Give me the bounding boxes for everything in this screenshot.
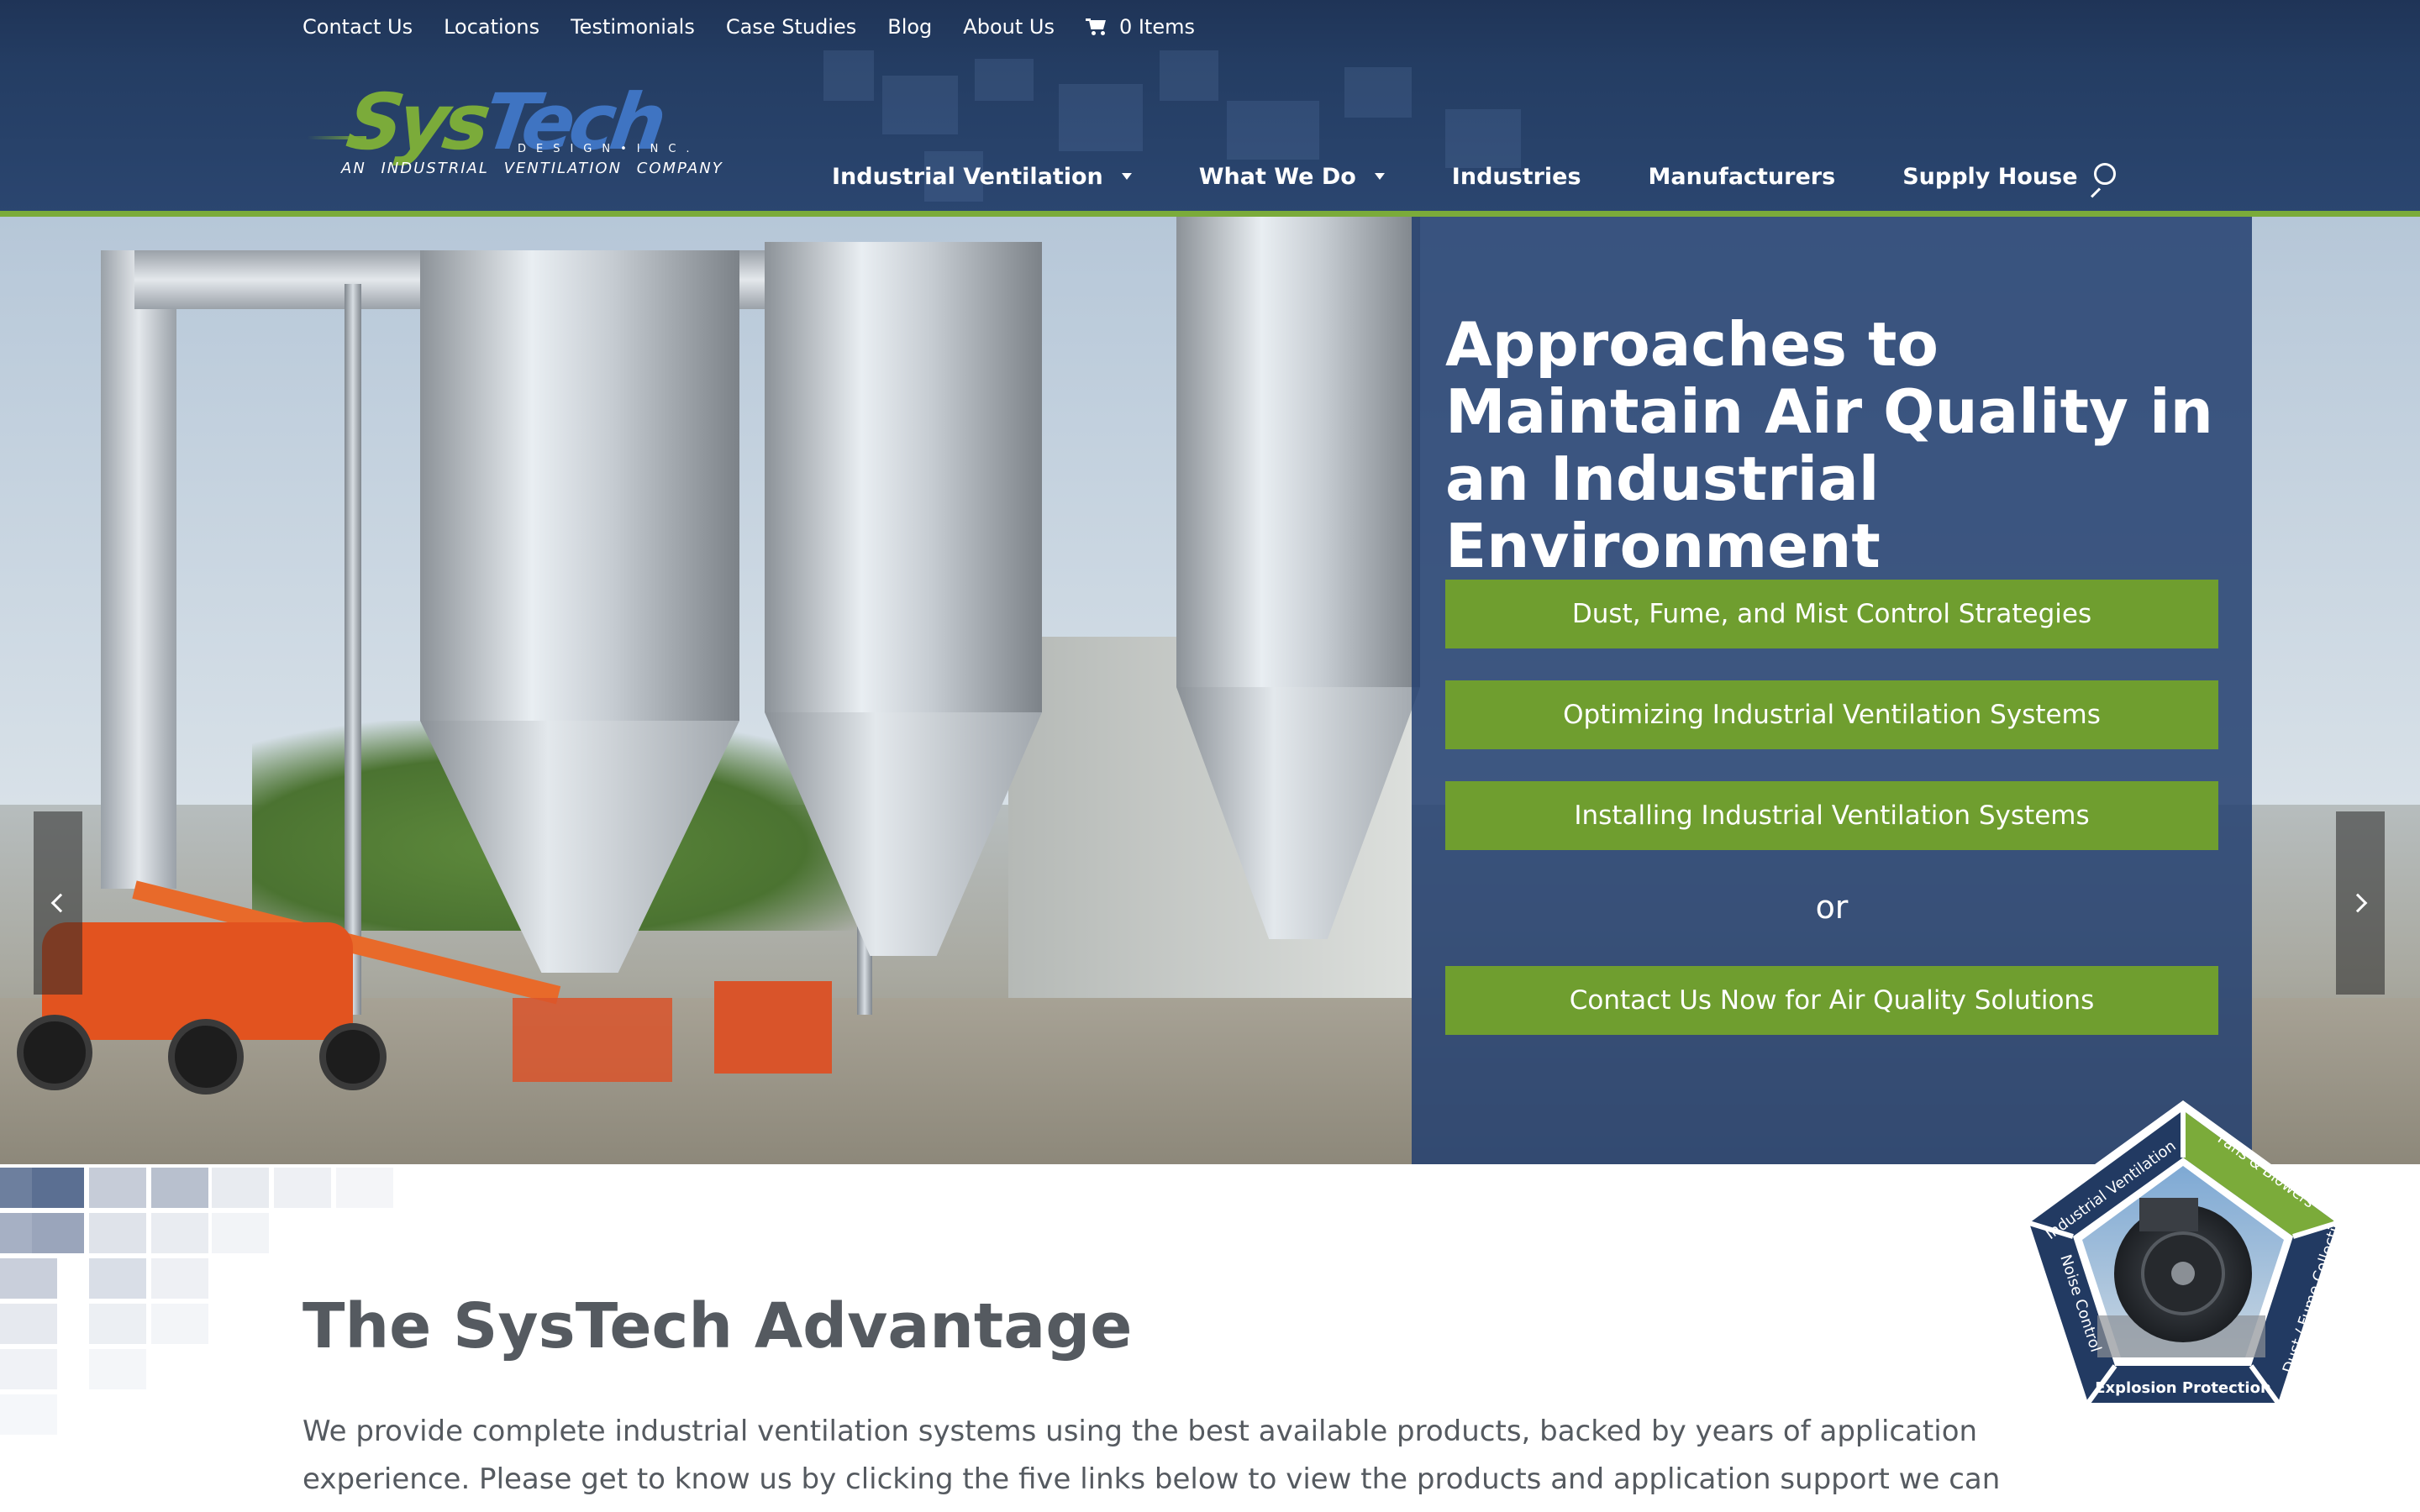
hero-photo-lift-basket: [513, 998, 672, 1082]
search-icon[interactable]: [2087, 163, 2119, 198]
topnav-about-us[interactable]: About Us: [963, 15, 1055, 39]
chevron-left-icon: [50, 893, 71, 913]
cart-link[interactable]: 0 Items: [1085, 15, 1195, 39]
advantage-title: The SysTech Advantage: [302, 1290, 1133, 1362]
contact-us-now-button[interactable]: Contact Us Now for Air Quality Solutions: [1445, 966, 2218, 1035]
dropdown-caret-icon: [1121, 173, 1132, 180]
hero-photo-silo: [765, 242, 1042, 712]
logo-tagline: AN INDUSTRIAL VENTILATION COMPANY: [341, 160, 723, 177]
cart-icon: [1085, 18, 1107, 35]
services-pentagon-badge: Industrial Ventilation Fans & Blowers Du…: [1980, 1089, 2349, 1458]
dropdown-caret-icon: [1374, 173, 1385, 180]
hero-photo-frame: [345, 284, 361, 1015]
hero-content-panel: Approaches to Maintain Air Quality in an…: [1412, 217, 2252, 1164]
hero-photo-wheel: [319, 1023, 387, 1090]
hero-photo-wheel: [17, 1015, 92, 1090]
hero-photo-wheel: [168, 1019, 244, 1095]
nav-industries[interactable]: Industries: [1452, 164, 1581, 190]
topnav-contact-us[interactable]: Contact Us: [302, 15, 413, 39]
main-nav: Industrial Ventilation What We Do Indust…: [832, 160, 2145, 193]
hero-title: Approaches to Maintain Air Quality in an…: [1445, 309, 2213, 581]
header-green-border: [0, 211, 2420, 217]
nav-what-we-do[interactable]: What We Do: [1199, 164, 1385, 190]
optimizing-ventilation-button[interactable]: Optimizing Industrial Ventilation System…: [1445, 680, 2218, 749]
dust-fume-mist-button[interactable]: Dust, Fume, and Mist Control Strategies: [1445, 580, 2218, 648]
slider-prev-arrow[interactable]: [34, 811, 82, 995]
top-utility-nav: Contact Us Locations Testimonials Case S…: [302, 12, 1195, 42]
badge-label-explosion-protection[interactable]: Explosion Protection: [2095, 1379, 2271, 1397]
topnav-locations[interactable]: Locations: [444, 15, 539, 39]
hero-slider: Approaches to Maintain Air Quality in an…: [0, 217, 2420, 1164]
cart-count: 0 Items: [1118, 15, 1195, 39]
advantage-body: We provide complete industrial ventilati…: [302, 1415, 2001, 1512]
hero-photo-silo: [420, 250, 739, 721]
topnav-blog[interactable]: Blog: [887, 15, 932, 39]
topnav-case-studies[interactable]: Case Studies: [726, 15, 856, 39]
nav-supply-house[interactable]: Supply House: [1902, 164, 2077, 190]
hero-or-text: or: [1815, 889, 1849, 926]
topnav-testimonials[interactable]: Testimonials: [571, 15, 695, 39]
hero-photo-silo: [1176, 217, 1420, 687]
logo-design-inc: DESIGN•INC.: [518, 143, 700, 155]
site-header: Contact Us Locations Testimonials Case S…: [0, 0, 2420, 217]
nav-manufacturers[interactable]: Manufacturers: [1649, 164, 1836, 190]
pentagon-graphic: Industrial Ventilation Fans & Blowers Du…: [2018, 1100, 2349, 1413]
systech-logo[interactable]: SysTech DESIGN•INC. AN INDUSTRIAL VENTIL…: [308, 77, 722, 183]
nav-industrial-ventilation[interactable]: Industrial Ventilation: [832, 164, 1132, 190]
chevron-right-icon: [2348, 893, 2368, 913]
hero-photo-toolbox: [714, 981, 832, 1074]
installing-ventilation-button[interactable]: Installing Industrial Ventilation System…: [1445, 781, 2218, 850]
hero-photo-duct: [101, 250, 176, 889]
slider-next-arrow[interactable]: [2336, 811, 2385, 995]
